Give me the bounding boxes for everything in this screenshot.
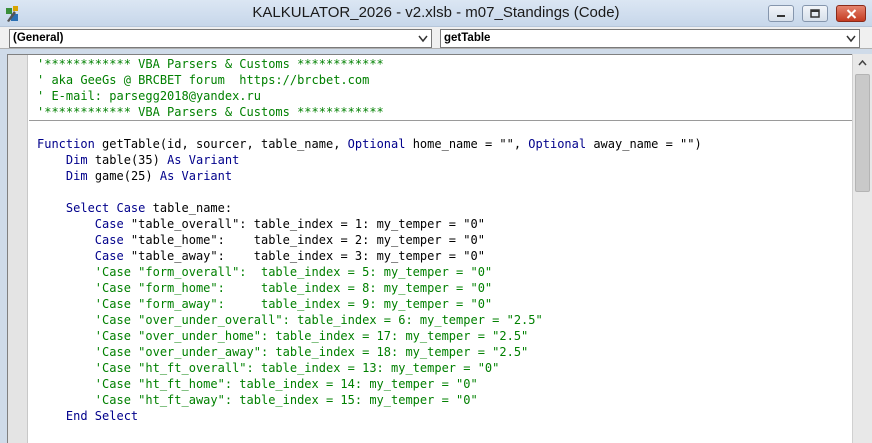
comment: 'Case "ht_ft_home": table_index = 14: my…	[94, 377, 478, 391]
procedure-separator	[29, 120, 852, 121]
code-text: table(35)	[87, 153, 168, 167]
code-line: Select Case table_name:	[37, 200, 232, 216]
code-text: getTable(id, sourcer, table_name,	[94, 137, 348, 151]
code-line: Dim game(25) As Variant	[37, 168, 232, 184]
minimize-icon	[777, 14, 785, 17]
keyword: Optional	[528, 137, 587, 151]
keyword: Case	[94, 233, 124, 247]
header-comment-line: ' E-mail: parsegg2018@yandex.ru	[37, 89, 261, 103]
procedure-dropdown[interactable]: getTable	[440, 29, 860, 48]
comment: 'Case "over_under_away": table_index = 1…	[94, 345, 529, 359]
keyword: Case	[94, 249, 124, 263]
vertical-scrollbar[interactable]	[852, 54, 872, 443]
code-text: game(25)	[87, 169, 160, 183]
code-text: "table_overall": table_index = 1: my_tem…	[123, 217, 485, 231]
title-bar: KALKULATOR_2026 - v2.xlsb - m07_Standing…	[0, 0, 872, 27]
minimize-button[interactable]	[768, 5, 794, 22]
combo-bar: (General) getTable	[0, 27, 872, 49]
keyword: Dim	[65, 169, 88, 183]
comment-line: 'Case "over_under_overall": table_index …	[37, 312, 543, 328]
close-icon	[846, 8, 856, 19]
code-editor[interactable]: '************ VBA Parsers & Customs ****…	[7, 54, 852, 443]
comment: 'Case "ht_ft_away": table_index = 15: my…	[94, 393, 478, 407]
code-line: Function getTable(id, sourcer, table_nam…	[37, 136, 702, 152]
keyword: As Variant	[167, 153, 240, 167]
scroll-up-button[interactable]	[853, 54, 872, 71]
code-line: End Select	[37, 408, 138, 424]
code-text: "table_away": table_index = 3: my_temper…	[123, 249, 485, 263]
code-text: table_name:	[145, 201, 233, 215]
chevron-up-icon	[858, 59, 867, 65]
comment-line: 'Case "over_under_away": table_index = 1…	[37, 344, 528, 360]
comment: 'Case "ht_ft_overall": table_index = 13:…	[94, 361, 500, 375]
keyword: As Variant	[159, 169, 233, 183]
keyword: Dim	[65, 153, 88, 167]
comment-line: 'Case "ht_ft_away": table_index = 15: my…	[37, 392, 478, 408]
header-comment-line: ' aka GeeGs @ BRCBET forum https://brcbe…	[37, 73, 370, 87]
object-dropdown-value: (General)	[13, 32, 64, 44]
maximize-icon	[810, 9, 820, 18]
comment-line: 'Case "over_under_home": table_index = 1…	[37, 328, 528, 344]
comment-line: 'Case "form_overall": table_index = 5: m…	[37, 264, 492, 280]
window-title: KALKULATOR_2026 - v2.xlsb - m07_Standing…	[252, 4, 620, 21]
code-line: Case "table_overall": table_index = 1: m…	[37, 216, 485, 232]
comment-line: 'Case "form_away": table_index = 9: my_t…	[37, 296, 492, 312]
code-line: Case "table_away": table_index = 3: my_t…	[37, 248, 485, 264]
keyword: End Select	[65, 409, 139, 423]
code-area[interactable]: '************ VBA Parsers & Customs ****…	[29, 55, 852, 443]
chevron-down-icon	[418, 35, 428, 43]
comment: 'Case "over_under_overall": table_index …	[94, 313, 543, 327]
scrollbar-thumb[interactable]	[855, 74, 870, 192]
comment: 'Case "form_home": table_index = 8: my_t…	[94, 281, 493, 295]
maximize-button[interactable]	[802, 5, 828, 22]
code-line: Dim table(35) As Variant	[37, 152, 239, 168]
comment-line: 'Case "ht_ft_overall": table_index = 13:…	[37, 360, 500, 376]
margin-indicator-bar[interactable]	[8, 55, 28, 443]
object-dropdown[interactable]: (General)	[9, 29, 432, 48]
close-button[interactable]	[836, 5, 866, 22]
comment: 'Case "over_under_home": table_index = 1…	[94, 329, 529, 343]
code-text: home_name = "",	[405, 137, 529, 151]
procedure-dropdown-value: getTable	[444, 32, 491, 44]
code-text: "table_home": table_index = 2: my_temper…	[123, 233, 485, 247]
comment-line: 'Case "ht_ft_home": table_index = 14: my…	[37, 376, 478, 392]
keyword: Case	[94, 217, 124, 231]
code-line: Case "table_home": table_index = 2: my_t…	[37, 232, 485, 248]
chevron-down-icon	[846, 35, 856, 43]
keyword: Select Case	[65, 201, 146, 215]
header-comment-line: '************ VBA Parsers & Customs ****…	[37, 105, 384, 119]
comment: 'Case "form_away": table_index = 9: my_t…	[94, 297, 493, 311]
keyword: Optional	[347, 137, 406, 151]
keyword: Function	[37, 137, 95, 151]
comment: 'Case "form_overall": table_index = 5: m…	[94, 265, 493, 279]
code-text: away_name = "")	[586, 137, 702, 151]
comment-line: 'Case "form_home": table_index = 8: my_t…	[37, 280, 492, 296]
header-comment-line: '************ VBA Parsers & Customs ****…	[37, 57, 384, 71]
